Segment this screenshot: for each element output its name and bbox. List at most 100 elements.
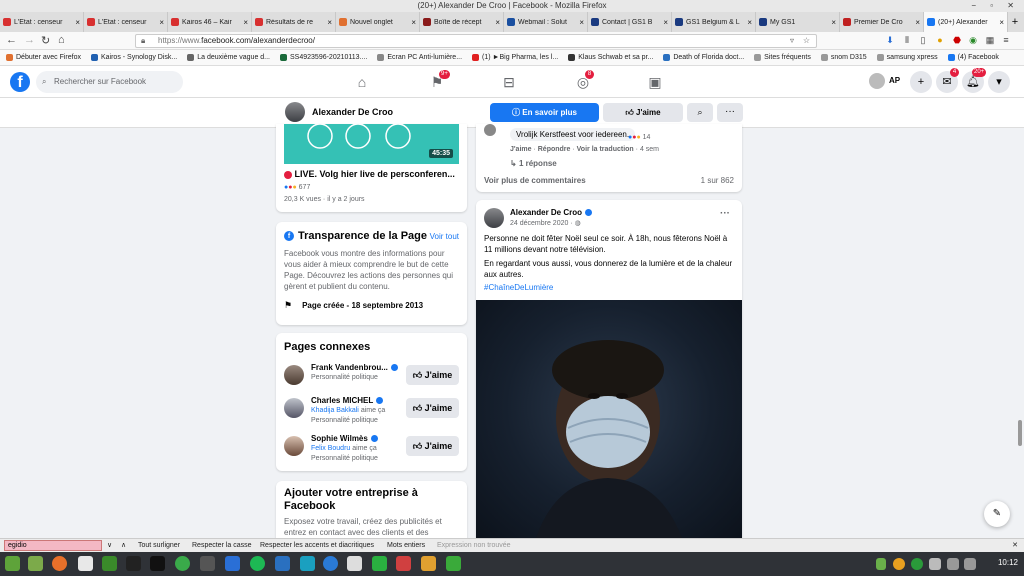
extension-2-icon[interactable]: ▦: [985, 35, 995, 45]
tab-close-icon[interactable]: ×: [327, 18, 332, 27]
tab-close-icon[interactable]: ×: [495, 18, 500, 27]
bookmark-star-icon[interactable]: ☆: [803, 35, 810, 47]
firefox-icon[interactable]: [52, 556, 67, 571]
reload-icon[interactable]: ↻: [41, 34, 50, 47]
related-like-button[interactable]: 👍︎ J'aime: [406, 436, 459, 456]
back-arrow-icon[interactable]: ←: [6, 34, 17, 46]
new-tab-icon[interactable]: +: [1008, 12, 1022, 32]
related-page-avatar[interactable]: [284, 436, 304, 456]
page-more-options-button[interactable]: ···: [717, 103, 743, 122]
tab-close-icon[interactable]: ×: [243, 18, 248, 27]
post-author[interactable]: Alexander De Croo: [510, 208, 593, 217]
bookmark-item[interactable]: snom D315: [820, 54, 867, 61]
extension-icon[interactable]: ◉: [968, 35, 978, 45]
find-input[interactable]: egidio: [4, 540, 102, 551]
messenger-icon[interactable]: ✉ 4: [936, 68, 959, 93]
spotify-icon[interactable]: [250, 556, 265, 571]
start-menu-icon[interactable]: [5, 556, 20, 571]
mail-icon[interactable]: [225, 556, 240, 571]
home-icon[interactable]: ⌂: [58, 34, 65, 46]
volume-icon[interactable]: [964, 558, 976, 570]
facebook-logo-icon[interactable]: f: [10, 72, 30, 92]
monitor-icon[interactable]: [126, 556, 141, 571]
tray-icon-4[interactable]: [929, 558, 941, 570]
more-comments-link[interactable]: Voir plus de commentaires: [484, 176, 586, 185]
terminal-icon[interactable]: [150, 556, 165, 571]
bookmark-item[interactable]: Débuter avec Firefox: [6, 54, 81, 61]
flag-nav-icon[interactable]: ⚑ 9+: [427, 70, 450, 92]
bookmark-item[interactable]: Kairos - Synology Disk...: [90, 54, 177, 61]
writer-icon[interactable]: [275, 556, 290, 571]
profile-initials[interactable]: AP: [889, 76, 900, 85]
whole-words-option[interactable]: Mots entiers: [387, 539, 425, 552]
video-title[interactable]: LIVE. Volg hier live de persconferen...: [284, 169, 455, 179]
page-title[interactable]: Alexander De Croo: [312, 107, 393, 117]
tray-icon-2[interactable]: [893, 558, 905, 570]
browser-tab[interactable]: (20+) Alexander ×: [924, 12, 1008, 32]
match-diacritics-option[interactable]: Respecter les accents et diacritiques: [260, 539, 374, 552]
related-page-avatar[interactable]: [284, 398, 304, 418]
highlight-all-option[interactable]: Tout surligner: [138, 539, 180, 552]
browser-tab[interactable]: GS1 Belgium & L ×: [672, 12, 756, 32]
page-avatar[interactable]: [285, 102, 305, 122]
groups-nav-icon[interactable]: ◎ 8: [573, 70, 594, 92]
clock[interactable]: 10:12: [998, 558, 1018, 567]
match-case-option[interactable]: Respecter la casse: [192, 539, 252, 552]
browser-tab[interactable]: Webmail : Solut ×: [504, 12, 588, 32]
new-message-compose-icon[interactable]: ✎: [984, 501, 1010, 527]
notifications-bell-icon[interactable]: 🔔︎ 20+: [962, 68, 987, 93]
tray-icon-1[interactable]: [876, 558, 886, 570]
page-scrollbar[interactable]: [1016, 128, 1024, 538]
related-page-name[interactable]: Frank Vandenbrou...: [311, 363, 398, 372]
liker-name[interactable]: Khadija Bakkali: [311, 407, 359, 414]
comment-reply-link[interactable]: Répondre: [538, 146, 571, 153]
forward-arrow-icon[interactable]: →: [24, 34, 35, 46]
related-page-avatar[interactable]: [284, 365, 304, 385]
tab-close-icon[interactable]: ×: [411, 18, 416, 27]
post-author-avatar[interactable]: [484, 208, 504, 228]
related-like-button[interactable]: 👍︎ J'aime: [406, 398, 459, 418]
tab-close-icon[interactable]: ×: [747, 18, 752, 27]
tab-close-icon[interactable]: ×: [663, 18, 668, 27]
account-icon[interactable]: ●: [935, 35, 945, 45]
browser-tab[interactable]: Résultats de re ×: [252, 12, 336, 32]
browser-tab[interactable]: Contact | GS1 B ×: [588, 12, 672, 32]
files-icon[interactable]: [28, 556, 43, 571]
find-previous-icon[interactable]: ∨: [107, 539, 112, 552]
calc-icon[interactable]: [372, 556, 387, 571]
create-plus-icon[interactable]: +: [910, 71, 932, 93]
post-hashtag[interactable]: #ChaîneDeLumière: [484, 283, 553, 292]
video-reactions[interactable]: ●●● 677: [284, 184, 310, 191]
library-icon[interactable]: ⫴: [902, 35, 912, 45]
tray-icon-3[interactable]: [911, 558, 923, 570]
browser-tab[interactable]: My GS1 ×: [756, 12, 840, 32]
comment-like-link[interactable]: J'aime: [510, 146, 532, 153]
sidebar-icon[interactable]: ▯: [918, 35, 928, 45]
page-search-button[interactable]: ⌕: [687, 103, 713, 122]
tab-close-icon[interactable]: ×: [75, 18, 80, 27]
browser-tab[interactable]: L'État : censeur ×: [84, 12, 168, 32]
downloads-icon[interactable]: ⬇: [885, 35, 895, 45]
liker-name[interactable]: Felix Boudru: [311, 445, 350, 452]
app-icon[interactable]: [300, 556, 315, 571]
related-like-button[interactable]: 👍︎ J'aime: [406, 365, 459, 385]
bookmark-item[interactable]: Ecran PC Anti-lumière...: [377, 54, 462, 61]
document-icon[interactable]: [78, 556, 93, 571]
bookmark-item[interactable]: (4) Facebook: [947, 54, 999, 61]
bookmark-item[interactable]: samsung xpress: [876, 54, 938, 61]
pocket-icon[interactable]: ▿: [790, 35, 794, 47]
printer-icon[interactable]: [347, 556, 362, 571]
window-controls[interactable]: − ▫ ✕: [971, 0, 1020, 12]
search-app-icon[interactable]: [200, 556, 215, 571]
video-thumbnail[interactable]: 45:35: [284, 124, 459, 164]
bookmark-item[interactable]: SS4923596-20210113....: [280, 54, 367, 61]
url-bar[interactable]: 🔒︎ https://www.facebook.com/alexanderdec…: [135, 34, 817, 48]
app-2-icon[interactable]: [396, 556, 411, 571]
related-page-name[interactable]: Sophie Wilmès: [311, 434, 378, 443]
find-close-icon[interactable]: ✕: [1012, 539, 1018, 552]
page-like-button[interactable]: 👍︎ J'aime: [603, 103, 683, 122]
scrollbar-thumb[interactable]: [1018, 420, 1022, 446]
tab-close-icon[interactable]: ×: [159, 18, 164, 27]
browser-tab[interactable]: L'État : censeur ×: [0, 12, 84, 32]
nextcloud-icon[interactable]: [323, 556, 338, 571]
